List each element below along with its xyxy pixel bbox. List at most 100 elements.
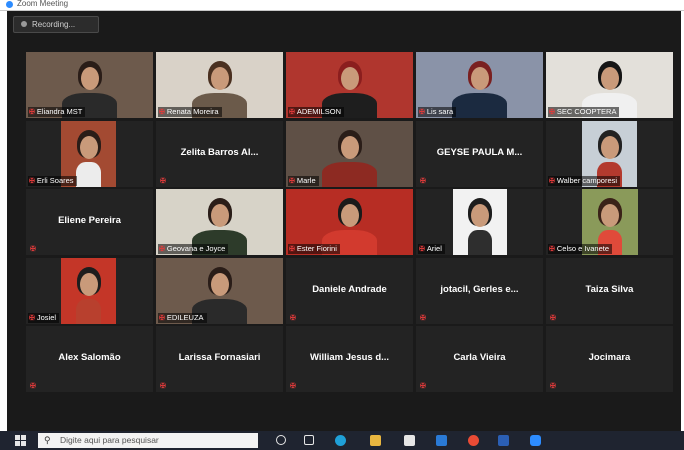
store-icon[interactable] [404,435,415,446]
participant-name: Daniele Andrade [312,284,387,295]
windows-taskbar: ⚲ Digite aqui para pesquisar [0,431,684,450]
zoom-logo-icon [6,1,13,8]
participant-tile[interactable]: GEYSE PAULA M... ✠ [416,121,543,187]
window-title: Zoom Meeting [17,0,69,8]
participant-name: Celso e Ivanete [556,244,609,253]
participant-name: William Jesus d... [309,352,390,363]
muted-mic-icon: ✠ [159,246,165,253]
muted-mic-icon: ✠ [159,109,165,116]
muted-mic-icon: ✠ [160,178,166,185]
participant-tile[interactable]: William Jesus d... ✠ [286,326,413,392]
mail-icon[interactable] [436,435,447,446]
participant-tile[interactable]: Carla Vieira ✠ [416,326,543,392]
participant-name: Zelita Barros Al... [180,147,259,158]
participant-name: Carla Vieira [453,352,506,363]
gallery-view: Recording... ✠ Eliandra MST ✠ Renata Moreir… [7,11,681,431]
participant-name: ADEMILSON [296,107,342,116]
zoom-icon[interactable] [530,435,541,446]
participant-tile[interactable]: ✠ Eliandra MST [26,52,153,118]
participant-tile[interactable]: Jocimara ✠ [546,326,673,392]
participant-name-tag: ✠ Marle [288,176,319,186]
muted-mic-icon: ✠ [30,246,36,253]
participant-name: Marle [296,176,316,185]
muted-mic-icon: ✠ [290,315,296,322]
participant-name: Jocimara [588,352,631,363]
muted-mic-icon: ✠ [549,246,555,253]
participant-name: Geovana e Joyce [166,244,226,253]
participant-tile[interactable]: Zelita Barros Al... ✠ [156,121,283,187]
participant-tile[interactable]: Daniele Andrade ✠ [286,258,413,324]
word-icon[interactable] [498,435,509,446]
muted-mic-icon: ✠ [550,383,556,390]
participant-name: GEYSE PAULA M... [436,147,523,158]
participant-name-tag: ✠ Geovana e Joyce [158,244,229,254]
participant-name: Alex Salomão [58,352,121,363]
participant-name-tag: ✠ Lis sara [418,107,457,117]
muted-mic-icon: ✠ [549,109,555,116]
muted-mic-icon: ✠ [29,315,35,322]
taskbar-search-box[interactable]: ⚲ Digite aqui para pesquisar [38,433,258,448]
participant-tile[interactable]: Larissa Fornasiari ✠ [156,326,283,392]
window-titlebar: Zoom Meeting [0,0,684,11]
participant-name: Taiza Silva [585,284,634,295]
muted-mic-icon: ✠ [160,383,166,390]
participant-name-tag: ✠ Renata Moreira [158,107,222,117]
muted-mic-icon: ✠ [289,178,295,185]
recording-icon [21,21,27,27]
participant-name: Ester Fiorini [296,244,337,253]
windows-start-icon[interactable] [15,435,26,446]
participant-tile[interactable]: ✠ Walber camporesi [546,121,673,187]
participant-name: Walber camporesi [556,176,618,185]
task-view-icon[interactable] [304,435,314,445]
participant-tile[interactable]: ✠ Renata Moreira [156,52,283,118]
participant-name-tag: ✠ Eliandra MST [28,107,86,117]
muted-mic-icon: ✠ [290,383,296,390]
participant-tile[interactable]: ✠ EDILEUZA [156,258,283,324]
participant-name-tag: ✠ ADEMILSON [288,107,345,117]
muted-mic-icon: ✠ [289,246,295,253]
participant-name-tag: ✠ EDILEUZA [158,313,207,323]
muted-mic-icon: ✠ [420,178,426,185]
muted-mic-icon: ✠ [289,109,295,116]
recording-indicator[interactable]: Recording... [13,16,99,33]
participant-name: Eliandra MST [36,107,83,116]
participant-tile[interactable]: ✠ Josiel [26,258,153,324]
search-icon: ⚲ [44,435,51,445]
participant-tile[interactable]: ✠ Celso e Ivanete [546,189,673,255]
participant-tile[interactable]: ✠ Marle [286,121,413,187]
participant-tile[interactable]: Taiza Silva ✠ [546,258,673,324]
cortana-icon[interactable] [276,435,286,445]
participant-tile[interactable]: Alex Salomão ✠ [26,326,153,392]
participant-tile[interactable]: ✠ Lis sara [416,52,543,118]
chrome-icon[interactable] [468,435,479,446]
participant-tile[interactable]: ✠ ADEMILSON [286,52,413,118]
search-placeholder: Digite aqui para pesquisar [60,435,159,445]
muted-mic-icon: ✠ [159,315,165,322]
participant-name-tag: ✠ Erli Soares [28,176,77,186]
participant-name-tag: ✠ Josiel [28,313,60,323]
participant-name-tag: ✠ Walber camporesi [548,176,621,186]
participant-tile[interactable]: ✠ Geovana e Joyce [156,189,283,255]
recording-label: Recording... [32,20,76,29]
participant-name: jotacil, Gerles e... [440,284,519,295]
participant-name: Larissa Fornasiari [178,352,261,363]
participant-tile[interactable]: jotacil, Gerles e... ✠ [416,258,543,324]
participant-name: Lis sara [426,107,454,116]
muted-mic-icon: ✠ [549,178,555,185]
muted-mic-icon: ✠ [419,246,425,253]
participant-name-tag: ✠ Ester Fiorini [288,244,340,254]
muted-mic-icon: ✠ [550,315,556,322]
participant-tile[interactable]: ✠ Ester Fiorini [286,189,413,255]
participant-tile[interactable]: Eliene Pereira ✠ [26,189,153,255]
muted-mic-icon: ✠ [419,109,425,116]
edge-icon[interactable] [335,435,346,446]
participant-tile[interactable]: ✠ Erli Soares [26,121,153,187]
participant-video [453,189,507,255]
participant-name-tag: ✠ Ariel [418,244,445,254]
muted-mic-icon: ✠ [420,315,426,322]
participant-tile[interactable]: ✠ SEC COOPTERA [546,52,673,118]
participant-tile[interactable]: ✠ Ariel [416,189,543,255]
participant-name-tag: ✠ Celso e Ivanete [548,244,612,254]
file-explorer-icon[interactable] [370,435,381,446]
participant-video [61,258,116,324]
